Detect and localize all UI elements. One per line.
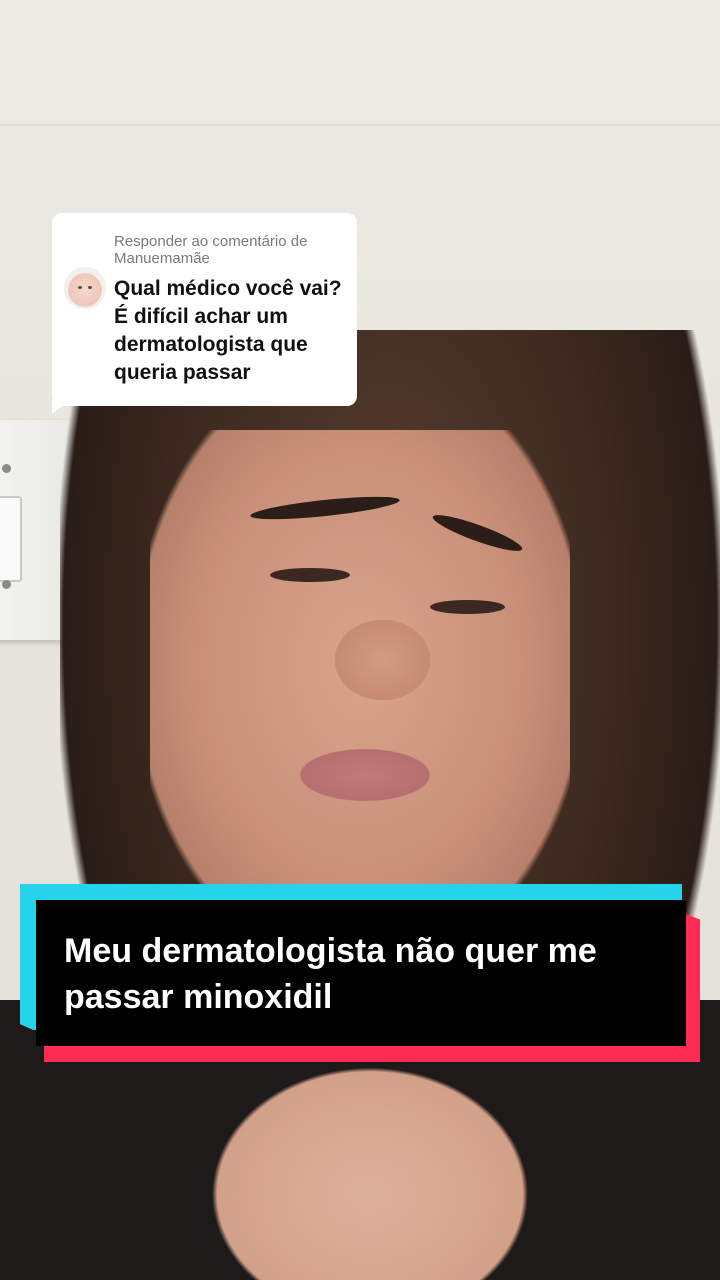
switch-key (0, 496, 22, 582)
reply-header: Responder ao comentário de Manuemamãe (114, 233, 308, 267)
eye-right (430, 600, 505, 614)
ceiling-line (0, 124, 720, 126)
person-mouth (290, 745, 440, 805)
caption-box: Meu dermatologista não quer me passar mi… (36, 900, 686, 1046)
reply-comment-bubble[interactable]: Responder ao comentário de Manuemamãe Qu… (52, 213, 357, 406)
avatar-eye (78, 286, 82, 289)
screw-icon (2, 464, 11, 473)
video-frame[interactable] (0, 0, 720, 1280)
commenter-avatar[interactable] (64, 267, 106, 309)
avatar-eye (88, 286, 92, 289)
person-hand (190, 1050, 550, 1280)
screw-icon (2, 580, 11, 589)
caption-text: Meu dermatologista não quer me passar mi… (64, 932, 597, 1016)
reply-comment-text: Qual médico você vai? É difícil achar um… (114, 277, 342, 384)
eye-left (270, 568, 350, 582)
person-nose (335, 620, 430, 700)
